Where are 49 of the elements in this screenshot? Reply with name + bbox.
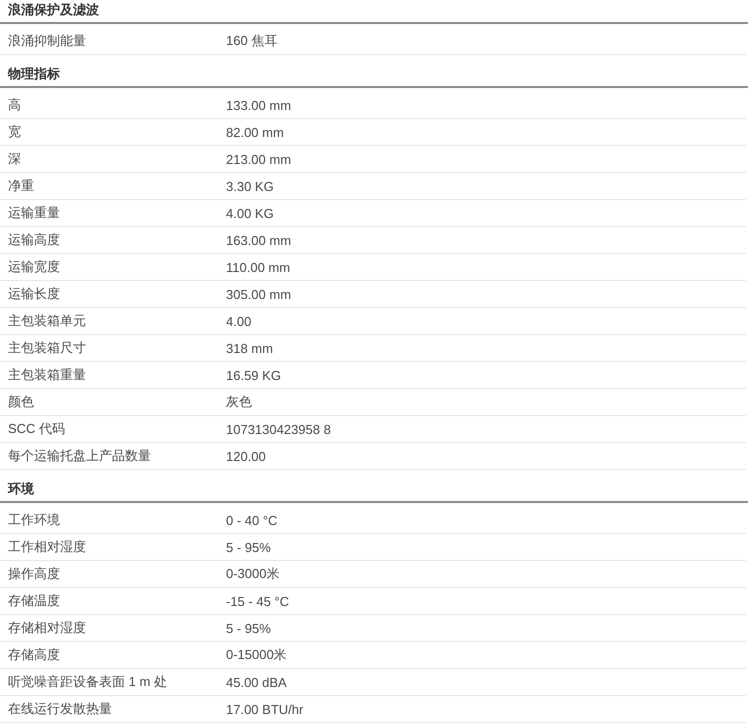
spec-value: 5 - 95% (226, 620, 271, 636)
spec-label: 运输宽度 (7, 258, 61, 276)
spec-label: 深 (7, 150, 22, 168)
spec-value: -15 - 45 °C (226, 594, 290, 608)
spec-label: 听觉噪音距设备表面 1 m 处 (7, 673, 168, 691)
spec-label: SCC 代码 (7, 420, 66, 438)
spec-label: 净重 (7, 177, 35, 195)
spec-label: 运输高度 (7, 231, 61, 249)
spec-value: 灰色 (226, 393, 252, 411)
spec-value: 160 焦耳 (226, 32, 278, 50)
spec-value: 120.00 (226, 448, 266, 464)
spec-label: 宽 (7, 123, 22, 141)
spec-value: 82.00 mm (226, 124, 284, 140)
spec-label: 运输重量 (7, 204, 61, 222)
spec-label: 存储高度 (7, 646, 61, 664)
spec-label: 高 (7, 96, 22, 114)
spec-value: 16.59 KG (226, 368, 281, 382)
spec-value: 0 - 40 °C (226, 512, 278, 528)
spec-label: 浪涌抑制能量 (7, 32, 87, 50)
spec-value: 45.00 dBA (226, 674, 287, 690)
spec-value: 0-15000米 (226, 646, 287, 664)
spec-value: 1073130423958 8 (226, 422, 331, 436)
spec-label: 工作环境 (7, 511, 61, 529)
spec-value: 5 - 95% (226, 540, 271, 554)
spec-label: 主包装箱单元 (7, 312, 87, 330)
spec-value: 305.00 mm (226, 286, 292, 302)
spec-label: 主包装箱尺寸 (7, 339, 87, 357)
spec-label: 存储相对湿度 (7, 619, 87, 637)
spec-value: 3.30 KG (226, 178, 274, 194)
spec-value: 4.00 (226, 314, 252, 328)
spec-label: 操作高度 (7, 565, 61, 583)
spec-label: 每个运输托盘上产品数量 (7, 447, 152, 465)
spec-label: 在线运行发散热量 (7, 700, 113, 718)
spec-value: 133.00 mm (226, 98, 292, 112)
spec-label: 存储温度 (7, 592, 61, 610)
section-heading: 环境 (0, 479, 748, 503)
spec-value: 4.00 KG (226, 206, 274, 220)
spec-value: 318 mm (226, 340, 273, 356)
spec-label: 工作相对湿度 (7, 538, 87, 556)
spec-value: 0-3000米 (226, 565, 280, 583)
spec-value: 213.00 mm (226, 152, 292, 166)
spec-label: 颜色 (7, 393, 35, 411)
section-heading: 物理指标 (0, 64, 748, 88)
spec-label: 运输长度 (7, 285, 61, 303)
spec-value: 17.00 BTU/hr (226, 702, 304, 716)
spec-label: 主包装箱重量 (7, 366, 87, 384)
spec-value: 110.00 mm (226, 260, 290, 274)
spec-value: 163.00 mm (226, 232, 292, 248)
section-heading: 浪涌保护及滤波 (0, 0, 748, 24)
